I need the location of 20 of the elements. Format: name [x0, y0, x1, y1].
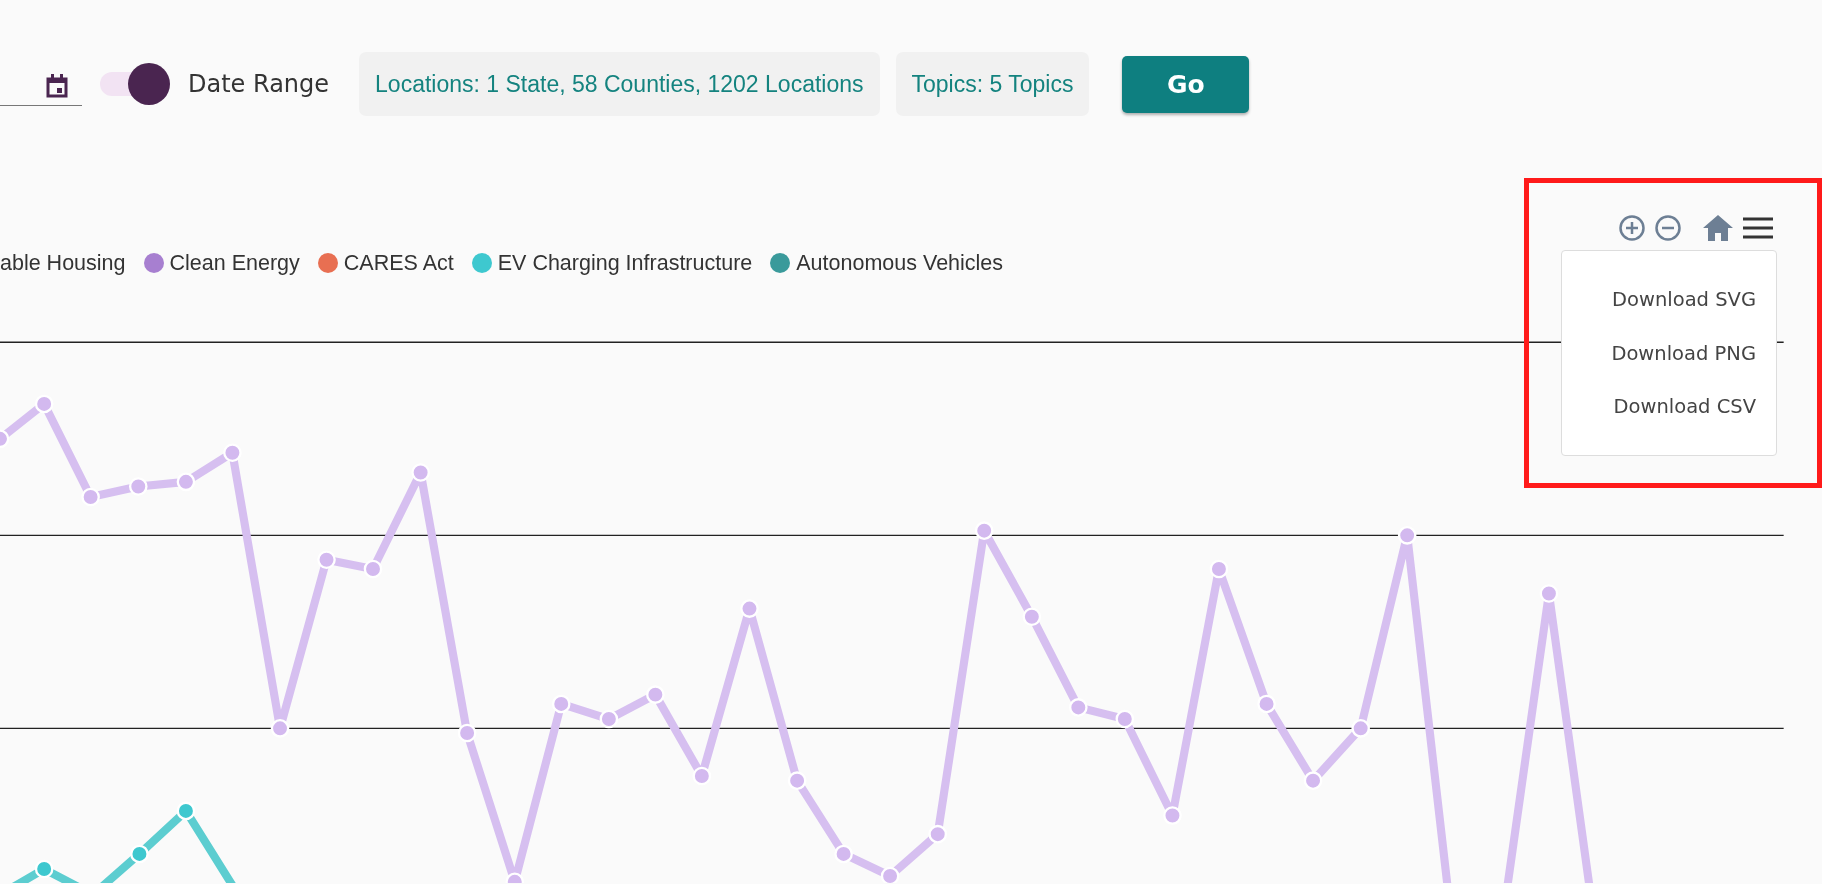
home-icon[interactable] [1702, 214, 1734, 242]
legend-label[interactable]: Autonomous Vehicles [796, 250, 1004, 276]
data-point[interactable] [1115, 709, 1135, 729]
toggle-label: Date Range [188, 70, 330, 98]
zoom-out-icon[interactable] [1654, 214, 1682, 242]
toggle-switch[interactable] [100, 63, 170, 105]
data-point[interactable] [599, 709, 619, 729]
legend-label[interactable]: Clean Energy [169, 250, 300, 276]
go-button[interactable]: Go [1122, 55, 1250, 113]
locations-filter[interactable]: Locations: 1 State, 58 Counties, 1202 Locations [359, 52, 880, 116]
menu-item[interactable]: Download CSV [1613, 395, 1756, 419]
menu-icon[interactable] [1742, 216, 1774, 240]
menu-item[interactable]: Download PNG [1611, 341, 1756, 365]
legend-label[interactable]: able Housing [0, 250, 126, 276]
legend-label[interactable]: EV Charging Infrastructure [497, 250, 753, 276]
menu-item[interactable]: Download SVG [1612, 287, 1756, 311]
legend-label[interactable]: CARES Act [343, 250, 454, 276]
calendar-icon[interactable] [46, 74, 68, 98]
topics-filter[interactable]: Topics: 5 Topics [895, 52, 1090, 116]
zoom-in-icon[interactable] [1618, 214, 1646, 242]
